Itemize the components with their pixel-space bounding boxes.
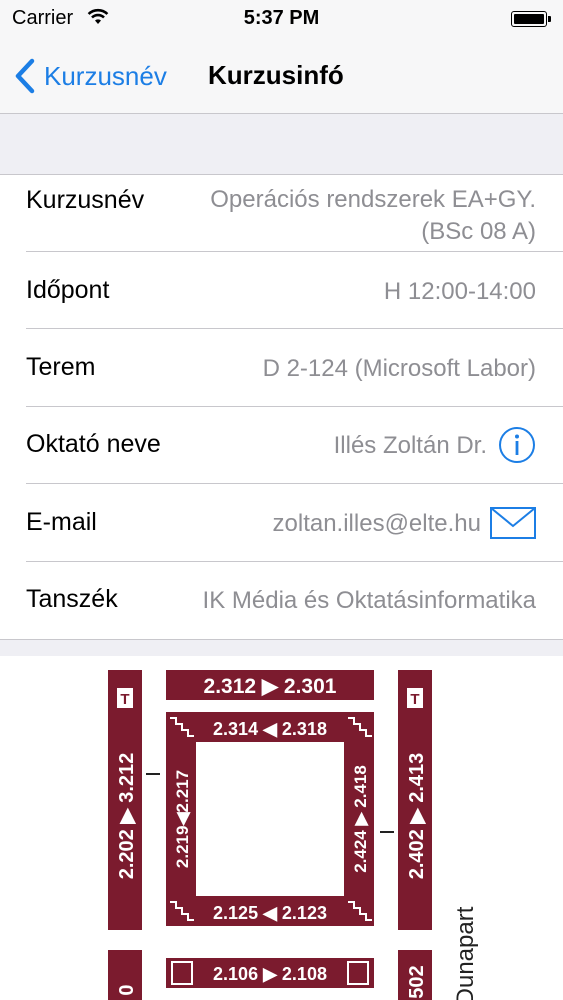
right-wing-label: 2.402 ▶ 2.413: [406, 753, 428, 880]
course-name-line2: (BSc 08 A): [421, 218, 536, 245]
row-label: Időpont: [26, 276, 110, 304]
street-label: Dunapart: [452, 906, 479, 1000]
row-label: Kurzusnév: [26, 186, 145, 214]
row-room: Terem D 2-124 (Microsoft Labor): [0, 329, 563, 407]
stairs-icon: [170, 717, 372, 921]
page-title: Kurzusinfó: [208, 60, 344, 90]
inner-bottom-label: 2.125 ◀ 2.123: [213, 903, 327, 923]
course-details-table: Kurzusnév Operációs rendszerek EA+GY. (B…: [0, 174, 563, 640]
top-corridor-label: 2.312 ▶ 2.301: [204, 675, 337, 698]
row-teacher[interactable]: Oktató neve Illés Zoltán Dr.: [0, 407, 563, 484]
row-label: Tanszék: [26, 585, 118, 613]
battery-icon: [511, 11, 551, 27]
left-wing-lower-label: 0: [116, 984, 138, 995]
inner-top-label: 2.314 ◀ 2.318: [213, 719, 327, 739]
row-department: Tanszék IK Média és Oktatásinformatika: [0, 562, 563, 639]
email-value: zoltan.illes@elte.hu: [272, 510, 481, 537]
row-course-name: Kurzusnév Operációs rendszerek EA+GY. (B…: [0, 175, 563, 252]
bottom-corridor-label: 2.106 ▶ 2.108: [213, 964, 327, 984]
time-value: H 12:00-14:00: [383, 278, 536, 305]
status-time: 5:37 PM: [243, 7, 320, 29]
teacher-value: Illés Zoltán Dr.: [333, 432, 487, 459]
course-name-value: Operációs rendszerek EA+GY. (BSc 08 A): [210, 184, 536, 248]
chevron-left-icon: [15, 58, 35, 94]
row-email[interactable]: E-mail zoltan.illes@elte.hu: [0, 484, 563, 562]
info-icon[interactable]: [498, 426, 536, 464]
inner-right-label: 2.424 ▶ 2.418: [351, 765, 370, 873]
right-wing-lower-label: 502: [406, 965, 428, 998]
row-time: Időpont H 12:00-14:00: [0, 252, 563, 329]
back-button-label: Kurzusnév: [44, 60, 167, 91]
room-value: D 2-124 (Microsoft Labor): [262, 355, 536, 382]
row-label: Oktató neve: [26, 430, 161, 458]
floor-map: 2.312 ▶ 2.301 2.314 ◀ 2.318 2.125 ◀ 2.12…: [0, 656, 563, 1000]
left-wing-label: 2.202 ▶ 3.212: [116, 753, 138, 880]
back-button[interactable]: Kurzusnév: [12, 54, 167, 98]
row-label: Terem: [26, 353, 96, 381]
status-bar: Carrier 5:37 PM: [0, 0, 563, 40]
navigation-bar: Kurzusnév Kurzusinfó: [0, 40, 563, 114]
row-label: E-mail: [26, 508, 97, 536]
course-name-line1: Operációs rendszerek EA+GY.: [210, 186, 536, 213]
department-value: IK Média és Oktatásinformatika: [202, 587, 536, 614]
floor-map-drawing: 2.312 ▶ 2.301 2.314 ◀ 2.318 2.125 ◀ 2.12…: [108, 670, 479, 1000]
inner-left-label: 2.219◀2.217: [173, 770, 192, 868]
mail-icon[interactable]: [490, 507, 536, 539]
toilet-right-label: T: [410, 691, 419, 708]
toilet-left-label: T: [120, 691, 129, 708]
